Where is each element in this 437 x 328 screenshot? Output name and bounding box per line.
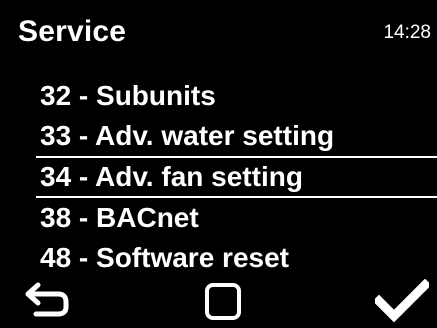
- back-arrow-icon: [25, 282, 69, 317]
- home-button[interactable]: [196, 276, 250, 326]
- clock: 14:28: [383, 22, 431, 43]
- square-icon: [205, 283, 241, 320]
- back-button[interactable]: [20, 276, 74, 326]
- menu-item-adv-water-setting[interactable]: 33 - Adv. water setting: [0, 116, 437, 156]
- service-screen: Service 14:28 32 - Subunits 33 - Adv. wa…: [0, 0, 437, 328]
- menu-item-adv-fan-setting[interactable]: 34 - Adv. fan setting: [36, 156, 437, 198]
- footer-bar: [0, 272, 437, 328]
- confirm-button[interactable]: [375, 276, 429, 326]
- checkmark-icon: [375, 279, 429, 323]
- page-title: Service: [18, 15, 127, 48]
- service-menu: 32 - Subunits 33 - Adv. water setting 34…: [0, 76, 437, 278]
- menu-item-subunits[interactable]: 32 - Subunits: [0, 76, 437, 116]
- menu-item-bacnet[interactable]: 38 - BACnet: [0, 198, 437, 238]
